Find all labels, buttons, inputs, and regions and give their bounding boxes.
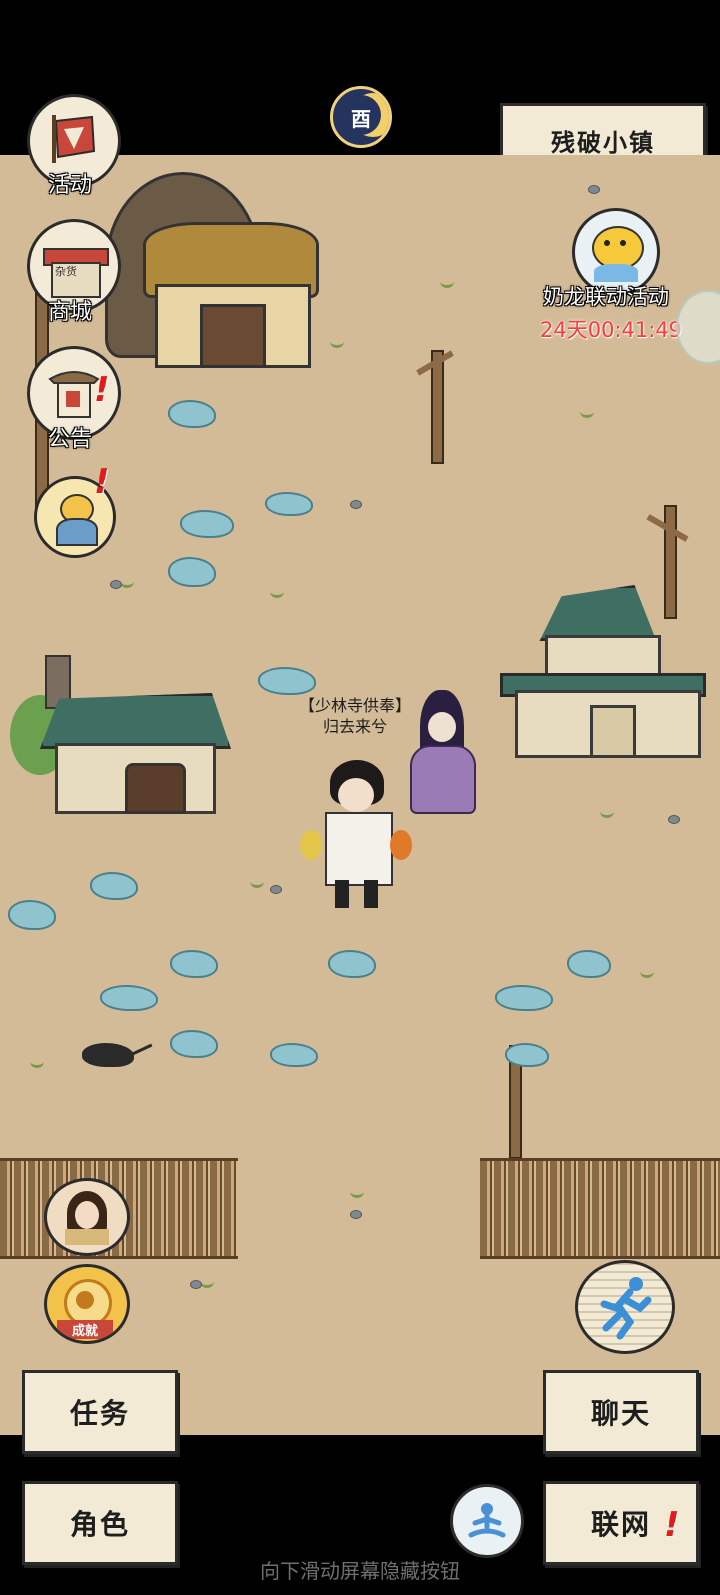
stepping-stone (265, 492, 313, 516)
stepping-stone (505, 1043, 549, 1067)
stepping-stone (495, 985, 553, 1011)
thatched-hut (95, 172, 319, 372)
running-man-icon (600, 1277, 652, 1340)
stepping-stone (258, 667, 316, 695)
meditate-button[interactable] (450, 1484, 524, 1558)
network-label: 联网 (590, 1508, 651, 1541)
tasks-button[interactable]: 任务 (22, 1370, 178, 1454)
stepping-stone (100, 985, 158, 1011)
character-alert-icon: ! (94, 462, 110, 502)
character-portrait-icon (50, 492, 100, 546)
tasks-label: 任务 (69, 1397, 130, 1430)
chat-label: 聊天 (590, 1397, 651, 1430)
run-button[interactable] (575, 1260, 675, 1354)
chat-button[interactable]: 聊天 (543, 1370, 699, 1454)
stepping-stone (168, 400, 216, 428)
hide-buttons-hint: 向下滑动屏幕隐藏按钮 (260, 1559, 460, 1583)
stepping-stone (328, 950, 376, 978)
ruined-house (10, 655, 231, 830)
stepping-stone (270, 1043, 318, 1067)
bare-tree (415, 330, 455, 464)
location-name: 残破小镇 (551, 128, 655, 157)
shop-label: 商城 (48, 300, 93, 325)
player-name: 归去来兮 (322, 717, 387, 736)
activity-label: 活动 (48, 173, 93, 198)
companion-button[interactable] (44, 1178, 130, 1256)
shop-sign: 杂货 (55, 265, 77, 278)
notice-label: 公告 (48, 427, 93, 452)
shop-stall-icon: 杂货 (43, 236, 109, 298)
stepping-stone (170, 950, 218, 978)
wooden-fence (480, 1158, 720, 1259)
stepping-stone (90, 872, 138, 900)
rat-enemy[interactable] (82, 1035, 153, 1070)
role-button[interactable]: 角色 (22, 1481, 178, 1565)
stepping-stone (567, 950, 611, 978)
player-nameplate: 【少林寺供奉】 归去来兮 (275, 695, 435, 737)
stepping-stone (168, 557, 216, 587)
stepping-stone (170, 1030, 218, 1058)
player-sprite[interactable] (300, 760, 415, 910)
event-title: 奶龙联动活动 (543, 285, 669, 309)
stepping-stone (180, 510, 234, 538)
role-label: 角色 (69, 1508, 130, 1541)
yellow-mascot-icon (586, 222, 646, 282)
bare-tree (646, 485, 690, 619)
notice-alert-icon: ! (94, 370, 110, 410)
meditation-icon (468, 1503, 506, 1538)
event-countdown: 24天00:41:49 (540, 318, 683, 342)
companion-portrait-icon (59, 1189, 115, 1245)
scroll-banner-icon (52, 115, 96, 163)
player-title: 【少林寺供奉】 (298, 696, 411, 715)
moon-time-icon[interactable]: 酉 (330, 86, 392, 148)
stepping-stone (8, 900, 56, 930)
time-glyph: 酉 (351, 106, 371, 131)
network-alert-icon: ! (664, 1505, 680, 1545)
achievement-button[interactable]: 成就 (44, 1264, 130, 1344)
achievement-label: 成就 (57, 1320, 113, 1339)
